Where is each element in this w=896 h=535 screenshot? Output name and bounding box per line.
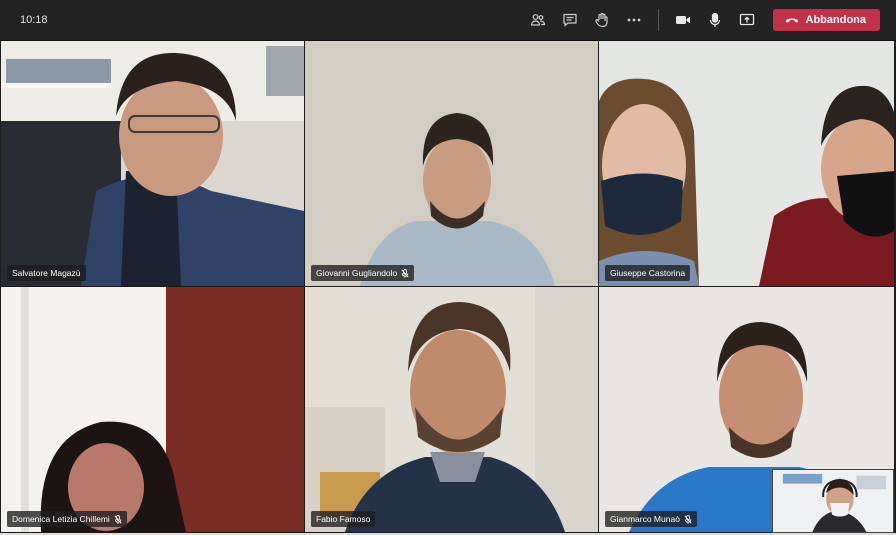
participant-tile-5[interactable]: Fabio Famoso — [305, 287, 598, 532]
mic-muted-icon — [114, 514, 122, 524]
chat-button[interactable] — [554, 4, 586, 36]
leave-meeting-label: Abbandona — [805, 14, 867, 26]
hang-up-icon — [785, 18, 798, 23]
participant-name: Fabio Famoso — [316, 514, 371, 524]
participant-video-1 — [1, 41, 304, 286]
participant-name-tag-2: Giovanni Gugliandolo — [311, 265, 415, 281]
chat-icon — [562, 13, 577, 27]
participant-name-tag-1: Salvatore Magazù — [7, 265, 86, 281]
participant-tile-2[interactable]: Giovanni Gugliandolo — [305, 41, 598, 286]
mic-muted-icon — [684, 514, 692, 524]
meeting-timer: 10:18 — [20, 14, 48, 26]
participant-video-4 — [1, 287, 304, 532]
participant-name: Giovanni Gugliandolo — [316, 268, 398, 278]
share-screen-button[interactable] — [731, 4, 763, 36]
participant-name: Salvatore Magazù — [12, 268, 81, 278]
meeting-toolbar: 10:18 Abbandona — [0, 0, 896, 41]
raise-hand-button[interactable] — [586, 4, 618, 36]
participant-name: Domenica Letizia Chillemi — [12, 514, 110, 524]
participant-name-tag-6: Gianmarco Munaò — [605, 511, 697, 527]
mic-icon — [709, 12, 720, 27]
share-screen-icon — [739, 13, 754, 26]
camera-button[interactable] — [667, 4, 699, 36]
participant-name-tag-3: Giuseppe Castorina — [605, 265, 691, 281]
participants-button[interactable] — [522, 4, 554, 36]
more-icon — [627, 18, 640, 22]
self-view-image — [773, 470, 893, 532]
toolbar-divider — [657, 9, 659, 31]
more-options-button[interactable] — [618, 4, 650, 36]
self-view-video[interactable] — [772, 469, 894, 533]
participant-name: Giuseppe Castorina — [610, 268, 686, 278]
participant-name-tag-4: Domenica Letizia Chillemi — [7, 511, 127, 527]
participant-video-5 — [305, 287, 598, 532]
mic-muted-icon — [401, 268, 409, 278]
participant-name-tag-5: Fabio Famoso — [311, 511, 376, 527]
leave-meeting-button[interactable]: Abbandona — [772, 9, 880, 31]
participant-tile-3[interactable]: Giuseppe Castorina — [599, 41, 894, 286]
video-grid: Salvatore Magazù Giovanni Gugliandolo Gi… — [1, 41, 894, 533]
camera-icon — [675, 16, 690, 24]
participant-tile-4[interactable]: Domenica Letizia Chillemi — [1, 287, 304, 532]
participant-video-2 — [305, 41, 598, 286]
participant-tile-1[interactable]: Salvatore Magazù — [1, 41, 304, 286]
microphone-button[interactable] — [699, 4, 731, 36]
participants-icon — [530, 14, 545, 26]
participant-video-3 — [599, 41, 894, 286]
raise-hand-icon — [594, 12, 608, 28]
participant-name: Gianmarco Munaò — [610, 514, 680, 524]
